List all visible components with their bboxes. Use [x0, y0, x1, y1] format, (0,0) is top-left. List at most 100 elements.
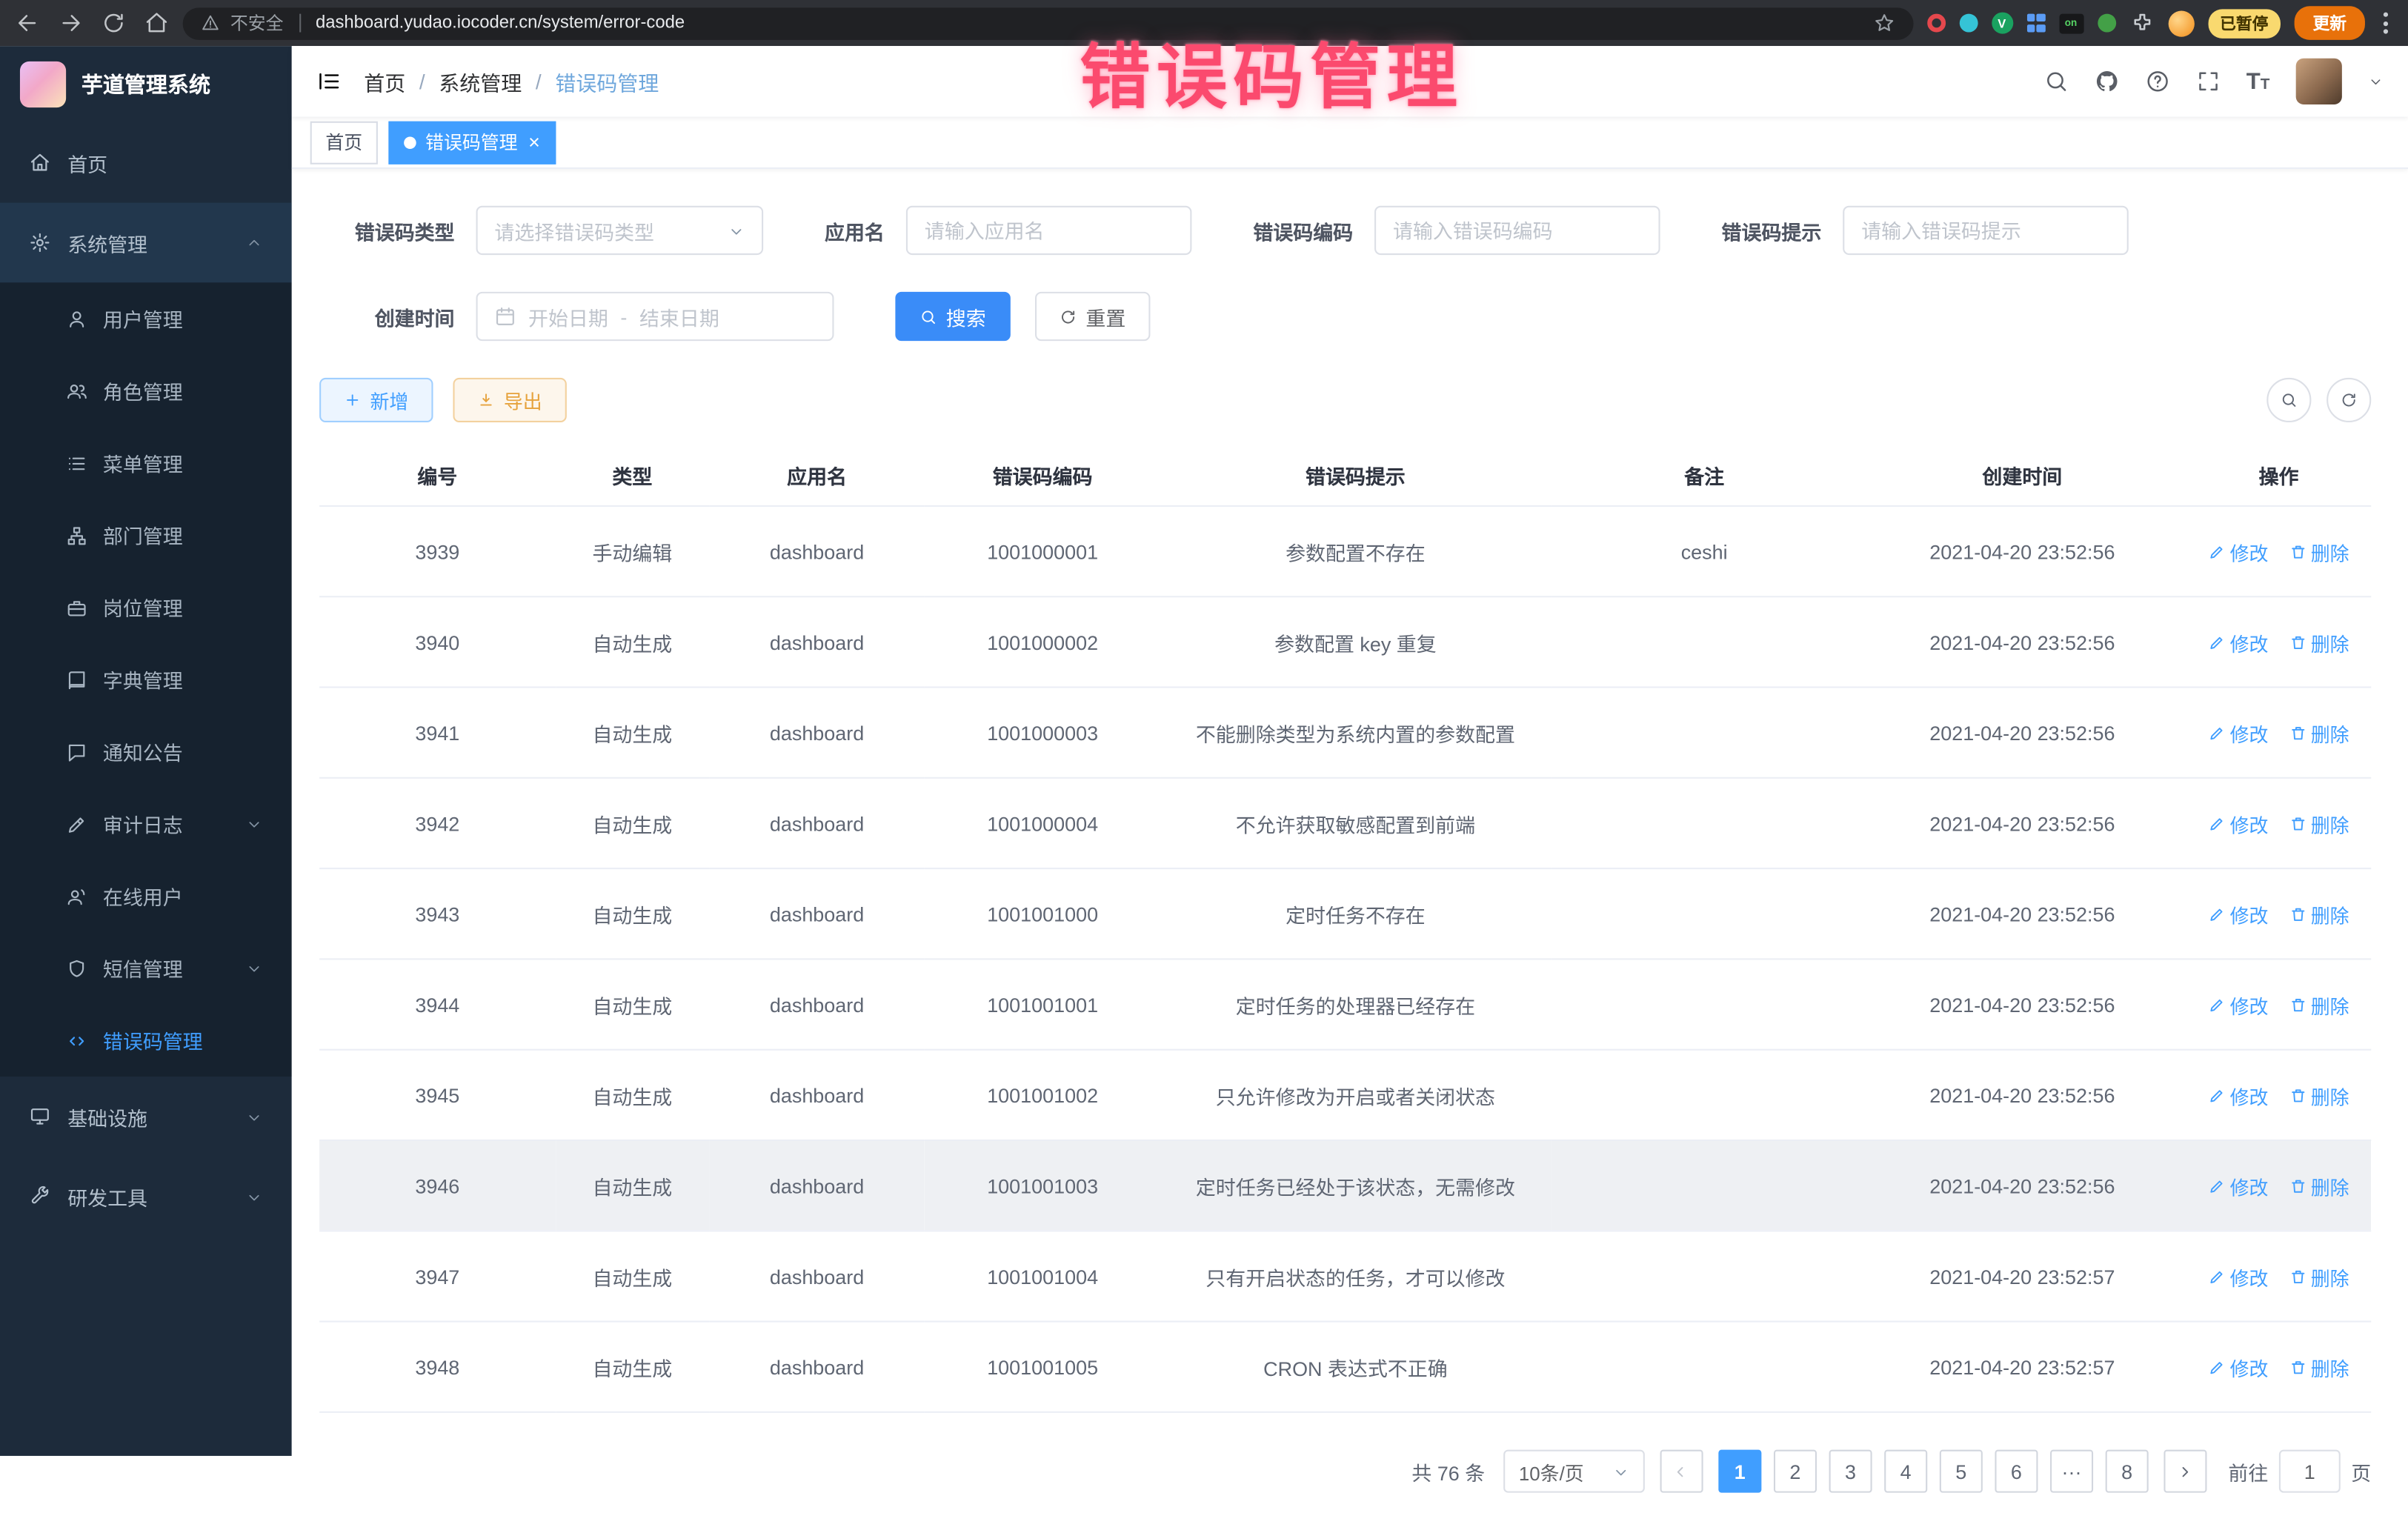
sidebar-toggle-icon[interactable]	[316, 69, 341, 93]
fullscreen-icon[interactable]	[2195, 69, 2220, 93]
page-size-select[interactable]: 10条/页	[1503, 1450, 1645, 1493]
delete-link[interactable]: 删除	[2289, 536, 2349, 565]
extension-leaf-icon[interactable]	[2097, 14, 2115, 33]
sidebar-item-home[interactable]: 首页	[0, 123, 292, 203]
export-button[interactable]: 导出	[453, 378, 566, 422]
tab-home[interactable]: 首页	[310, 121, 378, 164]
edit-link[interactable]: 修改	[2209, 1352, 2269, 1381]
delete-link[interactable]: 删除	[2289, 1080, 2349, 1109]
address-bar[interactable]: 不安全 dashboard.yudao.iocoder.cn/system/er…	[183, 7, 1913, 39]
breadcrumb-system[interactable]: 系统管理	[439, 66, 522, 96]
breadcrumb-home[interactable]: 首页	[364, 66, 405, 96]
sidebar-item-error-code-management[interactable]: 错误码管理	[0, 1005, 292, 1077]
cell-msg: 只有开启状态的任务，才可以修改	[1160, 1231, 1550, 1321]
github-icon[interactable]	[2095, 69, 2119, 93]
sidebar-item-infrastructure[interactable]: 基础设施	[0, 1077, 292, 1157]
sidebar-item-announcements[interactable]: 通知公告	[0, 716, 292, 788]
extension-grid-icon[interactable]	[2026, 14, 2045, 33]
page-ellipsis[interactable]: ···	[2050, 1450, 2093, 1493]
extension-green-icon[interactable]: V	[1991, 13, 2012, 34]
bookmark-star-icon[interactable]	[1873, 13, 1895, 34]
refresh-table-button[interactable]	[2326, 378, 2371, 422]
help-icon[interactable]	[2145, 69, 2169, 93]
page-button-8[interactable]: 8	[2106, 1450, 2149, 1493]
error-message-input[interactable]	[1843, 206, 2129, 255]
delete-link[interactable]: 删除	[2289, 628, 2349, 656]
sidebar-item-audit-logs[interactable]: 审计日志	[0, 788, 292, 859]
goto-page-input[interactable]	[2279, 1450, 2341, 1493]
browser-update-button[interactable]: 更新	[2295, 6, 2365, 40]
date-range-picker[interactable]: 开始日期 - 结束日期	[476, 292, 834, 341]
caret-down-icon[interactable]	[2368, 73, 2384, 89]
extensions-puzzle-icon[interactable]	[2129, 11, 2154, 36]
search-icon	[2281, 392, 2298, 409]
sidebar-item-role-management[interactable]: 角色管理	[0, 355, 292, 427]
extension-on-icon[interactable]: on	[2058, 13, 2083, 33]
sidebar-item-sms-management[interactable]: 短信管理	[0, 932, 292, 1004]
prev-page-button[interactable]	[1660, 1450, 1703, 1493]
sidebar-item-system-management[interactable]: 系统管理	[0, 203, 292, 283]
extension-teal-icon[interactable]	[1959, 14, 1978, 33]
page-button-6[interactable]: 6	[1995, 1450, 2038, 1493]
user-avatar[interactable]	[2296, 59, 2342, 104]
edit-link[interactable]: 修改	[2209, 990, 2269, 1019]
next-page-button[interactable]	[2163, 1450, 2206, 1493]
delete-link[interactable]: 删除	[2289, 808, 2349, 837]
close-icon[interactable]: ×	[528, 132, 540, 152]
sidebar-item-dictionary-management[interactable]: 字典管理	[0, 643, 292, 715]
edit-link[interactable]: 修改	[2209, 808, 2269, 837]
cell-id: 3947	[319, 1231, 555, 1321]
page-button-2[interactable]: 2	[1774, 1450, 1817, 1493]
delete-link[interactable]: 删除	[2289, 718, 2349, 747]
sidebar-item-menu-management[interactable]: 菜单管理	[0, 427, 292, 499]
search-icon[interactable]	[2043, 69, 2068, 93]
page-button-3[interactable]: 3	[1829, 1450, 1872, 1493]
trash-icon	[2289, 996, 2306, 1013]
toggle-search-button[interactable]	[2266, 378, 2311, 422]
home-icon[interactable]	[144, 11, 169, 36]
refresh-icon	[2341, 392, 2358, 409]
tab-error-code-management[interactable]: 错误码管理 ×	[388, 121, 555, 164]
edit-link[interactable]: 修改	[2209, 1262, 2269, 1291]
sidebar-item-user-management[interactable]: 用户管理	[0, 282, 292, 354]
delete-link[interactable]: 删除	[2289, 1352, 2349, 1381]
error-code-input[interactable]	[1374, 206, 1660, 255]
cell-id: 3941	[319, 688, 555, 778]
edit-link[interactable]: 修改	[2209, 628, 2269, 656]
error-code-type-select[interactable]: 请选择错误码类型	[476, 206, 764, 255]
cell-app: dashboard	[709, 1231, 925, 1321]
edit-link[interactable]: 修改	[2209, 899, 2269, 928]
add-button[interactable]: 新增	[319, 378, 433, 422]
search-button[interactable]: 搜索	[895, 292, 1010, 341]
browser-menu-icon[interactable]	[2379, 13, 2393, 34]
app-name-input[interactable]	[906, 206, 1192, 255]
extension-red-icon[interactable]	[1926, 14, 1945, 33]
delete-link[interactable]: 删除	[2289, 990, 2349, 1019]
edit-link[interactable]: 修改	[2209, 1171, 2269, 1200]
table-row: 3943 自动生成 dashboard 1001001000 定时任务不存在 2…	[319, 868, 2371, 959]
reset-button[interactable]: 重置	[1035, 292, 1150, 341]
forward-icon[interactable]	[59, 11, 83, 36]
page-button-5[interactable]: 5	[1940, 1450, 1983, 1493]
back-icon[interactable]	[16, 11, 40, 36]
cell-remark	[1550, 1322, 1857, 1412]
edit-link[interactable]: 修改	[2209, 1080, 2269, 1109]
sidebar-item-department-management[interactable]: 部门管理	[0, 499, 292, 571]
edit-link[interactable]: 修改	[2209, 536, 2269, 565]
delete-link[interactable]: 删除	[2289, 1262, 2349, 1291]
profile-avatar-icon[interactable]	[2168, 10, 2194, 36]
reload-icon[interactable]	[102, 11, 126, 36]
font-size-icon[interactable]: TT	[2246, 70, 2270, 93]
sidebar-item-position-management[interactable]: 岗位管理	[0, 571, 292, 643]
cell-code: 1001000004	[925, 778, 1160, 868]
sidebar-item-devtools[interactable]: 研发工具	[0, 1157, 292, 1237]
sidebar-item-online-users[interactable]: 在线用户	[0, 860, 292, 932]
delete-link[interactable]: 删除	[2289, 1171, 2349, 1200]
app-logo[interactable]: 芋道管理系统	[0, 46, 292, 123]
warning-icon	[202, 14, 220, 33]
page-button-1[interactable]: 1	[1718, 1450, 1761, 1493]
edit-link[interactable]: 修改	[2209, 718, 2269, 747]
delete-link[interactable]: 删除	[2289, 899, 2349, 928]
page-button-4[interactable]: 4	[1884, 1450, 1927, 1493]
sync-paused-badge[interactable]: 已暂停	[2208, 8, 2281, 37]
